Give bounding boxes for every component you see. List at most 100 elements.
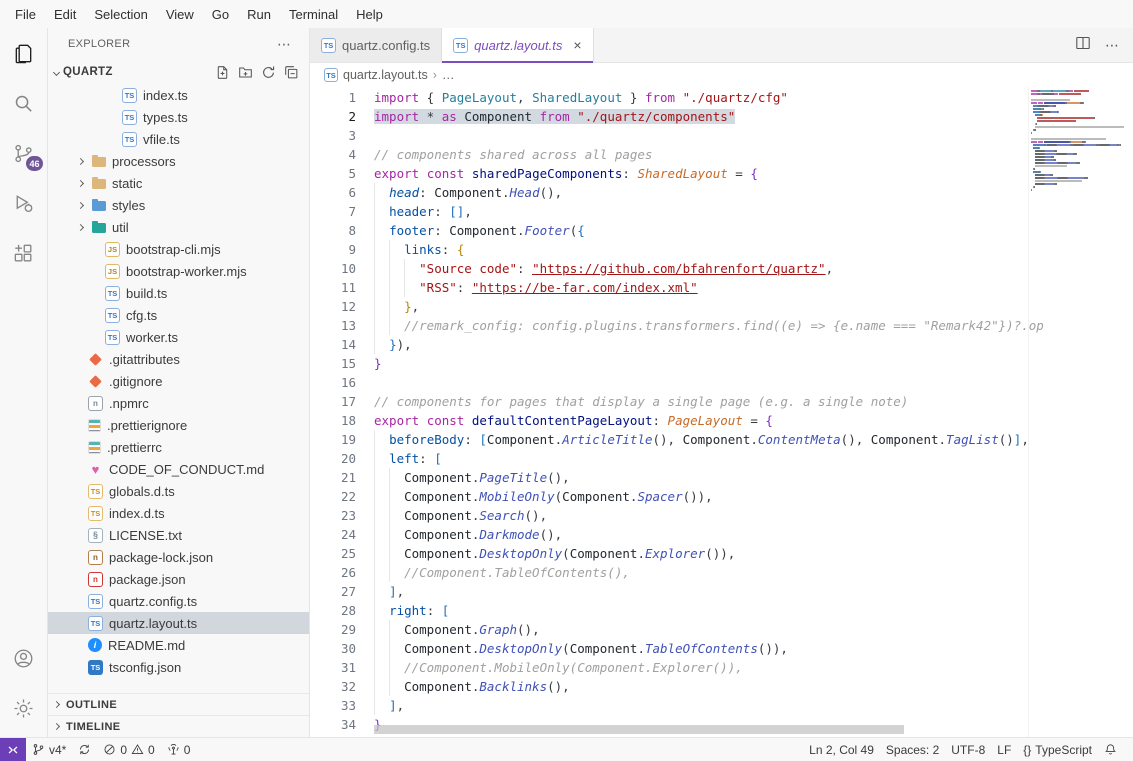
breadcrumb-more[interactable]: …: [442, 68, 455, 82]
menu-item-terminal[interactable]: Terminal: [280, 0, 347, 28]
menu-item-file[interactable]: File: [6, 0, 45, 28]
menu-item-go[interactable]: Go: [203, 0, 238, 28]
tree-folder-static[interactable]: static: [48, 172, 309, 194]
code-line[interactable]: 8 footer: Component.Footer({: [310, 221, 1133, 240]
menu-item-help[interactable]: Help: [347, 0, 392, 28]
code-line[interactable]: 13 //remark_config: config.plugins.trans…: [310, 316, 1133, 335]
split-editor-button[interactable]: [1075, 35, 1091, 56]
remote-indicator[interactable]: [0, 738, 26, 761]
code-line[interactable]: 31 //Component.MobileOnly(Component.Expl…: [310, 658, 1133, 677]
tree-file-package.json[interactable]: npackage.json: [48, 568, 309, 590]
tree-file-quartz.config.ts[interactable]: TSquartz.config.ts: [48, 590, 309, 612]
code-line[interactable]: 17// components for pages that display a…: [310, 392, 1133, 411]
tree-file-quartz.layout.ts[interactable]: TSquartz.layout.ts: [48, 612, 309, 634]
tree-file-index.d.ts[interactable]: TSindex.d.ts: [48, 502, 309, 524]
tree-file-README.md[interactable]: iREADME.md: [48, 634, 309, 656]
code-line[interactable]: 2import * as Component from "./quartz/co…: [310, 107, 1133, 126]
section-outline[interactable]: OUTLINE: [48, 693, 309, 715]
menu-item-selection[interactable]: Selection: [85, 0, 156, 28]
breadcrumb-file[interactable]: quartz.layout.ts: [343, 68, 428, 82]
scrollbar-slider[interactable]: [374, 725, 904, 734]
code-line[interactable]: 15}: [310, 354, 1133, 373]
tree-file-bootstrap-cli.mjs[interactable]: JSbootstrap-cli.mjs: [48, 238, 309, 260]
eol[interactable]: LF: [991, 738, 1017, 761]
tree-file-.prettierrc[interactable]: .prettierrc: [48, 436, 309, 458]
code-line[interactable]: 33 ],: [310, 696, 1133, 715]
code-line[interactable]: 25 Component.DesktopOnly(Component.Explo…: [310, 544, 1133, 563]
tree-folder-styles[interactable]: styles: [48, 194, 309, 216]
ports[interactable]: 0: [161, 738, 197, 761]
breadcrumb[interactable]: TS quartz.layout.ts › …: [310, 63, 1133, 87]
tree-file-CODE_OF_CONDUCT.md[interactable]: ♥CODE_OF_CONDUCT.md: [48, 458, 309, 480]
code-line[interactable]: 18export const defaultContentPageLayout:…: [310, 411, 1133, 430]
branch-status[interactable]: v4*: [26, 738, 72, 761]
notifications[interactable]: [1098, 738, 1123, 761]
activity-source-control[interactable]: 46: [0, 128, 48, 178]
code-line[interactable]: 14 }),: [310, 335, 1133, 354]
indentation[interactable]: Spaces: 2: [880, 738, 945, 761]
tree-file-vfile.ts[interactable]: TSvfile.ts: [48, 128, 309, 150]
code-line[interactable]: 10 "Source code": "https://github.com/bf…: [310, 259, 1133, 278]
code-line[interactable]: 4// components shared across all pages: [310, 145, 1133, 164]
tree-folder-util[interactable]: util: [48, 216, 309, 238]
tree-file-.gitignore[interactable]: .gitignore: [48, 370, 309, 392]
encoding[interactable]: UTF-8: [945, 738, 991, 761]
tree-folder-processors[interactable]: processors: [48, 150, 309, 172]
new-file-button[interactable]: [212, 62, 232, 82]
code-line[interactable]: 24 Component.Darkmode(),: [310, 525, 1133, 544]
tree-file-index.ts[interactable]: TSindex.ts: [48, 84, 309, 106]
code-line[interactable]: 19 beforeBody: [Component.ArticleTitle()…: [310, 430, 1133, 449]
code-line[interactable]: 23 Component.Search(),: [310, 506, 1133, 525]
code-line[interactable]: 6 head: Component.Head(),: [310, 183, 1133, 202]
activity-run-debug[interactable]: [0, 178, 48, 228]
tree-file-LICENSE.txt[interactable]: §LICENSE.txt: [48, 524, 309, 546]
code-line[interactable]: 11 "RSS": "https://be-far.com/index.xml": [310, 278, 1133, 297]
tree-file-.npmrc[interactable]: n.npmrc: [48, 392, 309, 414]
activity-search[interactable]: [0, 78, 48, 128]
cursor-position[interactable]: Ln 2, Col 49: [803, 738, 880, 761]
code-line[interactable]: 12 },: [310, 297, 1133, 316]
language-mode[interactable]: {}TypeScript: [1017, 738, 1098, 761]
tab-quartz.config.ts[interactable]: TSquartz.config.ts: [310, 28, 442, 62]
editor[interactable]: 1import { PageLayout, SharedLayout } fro…: [310, 87, 1133, 737]
editor-more-button[interactable]: ⋯: [1105, 37, 1119, 54]
tree-file-cfg.ts[interactable]: TScfg.ts: [48, 304, 309, 326]
tree-file-build.ts[interactable]: TSbuild.ts: [48, 282, 309, 304]
sidebar-more-button[interactable]: ⋯: [277, 36, 291, 53]
code-line[interactable]: 1import { PageLayout, SharedLayout } fro…: [310, 88, 1133, 107]
menu-item-edit[interactable]: Edit: [45, 0, 85, 28]
activity-settings[interactable]: [0, 683, 48, 733]
tree-file-tsconfig.json[interactable]: TStsconfig.json: [48, 656, 309, 678]
menu-item-run[interactable]: Run: [238, 0, 280, 28]
code-line[interactable]: 20 left: [: [310, 449, 1133, 468]
problems[interactable]: 00: [97, 738, 160, 761]
code-line[interactable]: 16: [310, 373, 1133, 392]
tree-file-.prettierignore[interactable]: .prettierignore: [48, 414, 309, 436]
section-timeline[interactable]: TIMELINE: [48, 715, 309, 737]
code-line[interactable]: 9 links: {: [310, 240, 1133, 259]
code-line[interactable]: 21 Component.PageTitle(),: [310, 468, 1133, 487]
refresh-explorer-button[interactable]: [258, 62, 278, 82]
tree-file-globals.d.ts[interactable]: TSglobals.d.ts: [48, 480, 309, 502]
activity-extensions[interactable]: [0, 228, 48, 278]
tree-file-worker.ts[interactable]: TSworker.ts: [48, 326, 309, 348]
code-line[interactable]: 22 Component.MobileOnly(Component.Spacer…: [310, 487, 1133, 506]
code-line[interactable]: 5export const sharedPageComponents: Shar…: [310, 164, 1133, 183]
close-icon[interactable]: ×: [573, 37, 581, 53]
code-line[interactable]: 7 header: [],: [310, 202, 1133, 221]
activity-accounts[interactable]: [0, 633, 48, 683]
code-line[interactable]: 26 //Component.TableOfContents(),: [310, 563, 1133, 582]
tab-quartz.layout.ts[interactable]: TSquartz.layout.ts×: [442, 28, 593, 62]
minimap[interactable]: [1031, 90, 1127, 192]
tree-file-bootstrap-worker.mjs[interactable]: JSbootstrap-worker.mjs: [48, 260, 309, 282]
code-line[interactable]: 32 Component.Backlinks(),: [310, 677, 1133, 696]
sync-button[interactable]: [72, 738, 97, 761]
tree-file-types.ts[interactable]: TStypes.ts: [48, 106, 309, 128]
code-line[interactable]: 3: [310, 126, 1133, 145]
horizontal-scrollbar[interactable]: [374, 725, 1074, 734]
code-line[interactable]: 30 Component.DesktopOnly(Component.Table…: [310, 639, 1133, 658]
section-quartz[interactable]: QUARTZ: [48, 60, 309, 84]
menu-item-view[interactable]: View: [157, 0, 203, 28]
code-line[interactable]: 27 ],: [310, 582, 1133, 601]
tree-file-.gitattributes[interactable]: .gitattributes: [48, 348, 309, 370]
